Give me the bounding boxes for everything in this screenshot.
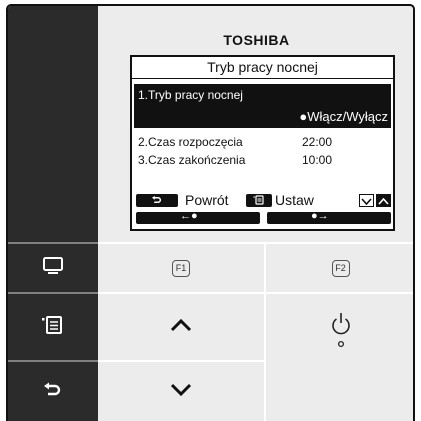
monitor-icon <box>42 256 64 281</box>
menu-icon <box>253 192 265 210</box>
screen-guide-bar: Powrót Ustaw ←● ●→ <box>134 190 391 226</box>
power-icon <box>330 311 352 354</box>
up-button[interactable] <box>98 294 264 360</box>
back-guide-label: Powrót <box>185 192 229 208</box>
f1-function-bar: ←● <box>136 210 260 224</box>
left-button-column <box>8 6 98 421</box>
lcd-screen: Tryb pracy nocnej 1.Tryb pracy nocnej ●W… <box>130 55 395 231</box>
power-button[interactable] <box>266 294 413 421</box>
remote-controller: TOSHIBA Tryb pracy nocnej 1.Tryb pracy n… <box>6 4 415 421</box>
selected-setting-row[interactable]: 1.Tryb pracy nocnej ●Włącz/Wyłącz <box>134 84 391 128</box>
back-icon <box>43 381 63 404</box>
setting-value: ●Włącz/Wyłącz <box>299 109 388 124</box>
back-icon <box>150 192 164 210</box>
f2-function-bar: ●→ <box>267 210 391 224</box>
monitor-button[interactable] <box>8 244 98 292</box>
menu-button[interactable] <box>8 294 98 360</box>
chevron-down-icon <box>170 383 192 402</box>
start-time-label: 2.Czas rozpoczęcia <box>138 135 243 149</box>
brand-logo: TOSHIBA <box>223 32 290 48</box>
up-box <box>376 194 391 207</box>
menu-icon <box>42 315 64 340</box>
f1-key-label: F1 <box>172 259 190 277</box>
down-button[interactable] <box>98 362 264 421</box>
back-button[interactable] <box>8 362 98 421</box>
menu-chip <box>246 194 272 207</box>
chevron-down-icon <box>361 192 372 210</box>
set-guide-label: Ustaw <box>275 192 314 208</box>
f2-key-label: F2 <box>331 259 350 277</box>
left-bar-label: ←● <box>180 210 198 222</box>
start-time-value: 22:00 <box>302 135 333 149</box>
down-box <box>359 194 374 207</box>
chevron-up-icon <box>170 318 192 337</box>
screen-title: Tryb pracy nocnej <box>132 57 393 79</box>
chevron-up-icon <box>378 192 389 210</box>
end-time-value: 10:00 <box>302 153 333 167</box>
f2-button[interactable]: F2 <box>266 244 413 292</box>
f1-button[interactable]: F1 <box>98 244 264 292</box>
setting-label: 1.Tryb pracy nocnej <box>138 88 243 102</box>
back-chip <box>136 194 178 207</box>
end-time-label: 3.Czas zakończenia <box>138 153 246 167</box>
right-bar-label: ●→ <box>311 210 329 222</box>
